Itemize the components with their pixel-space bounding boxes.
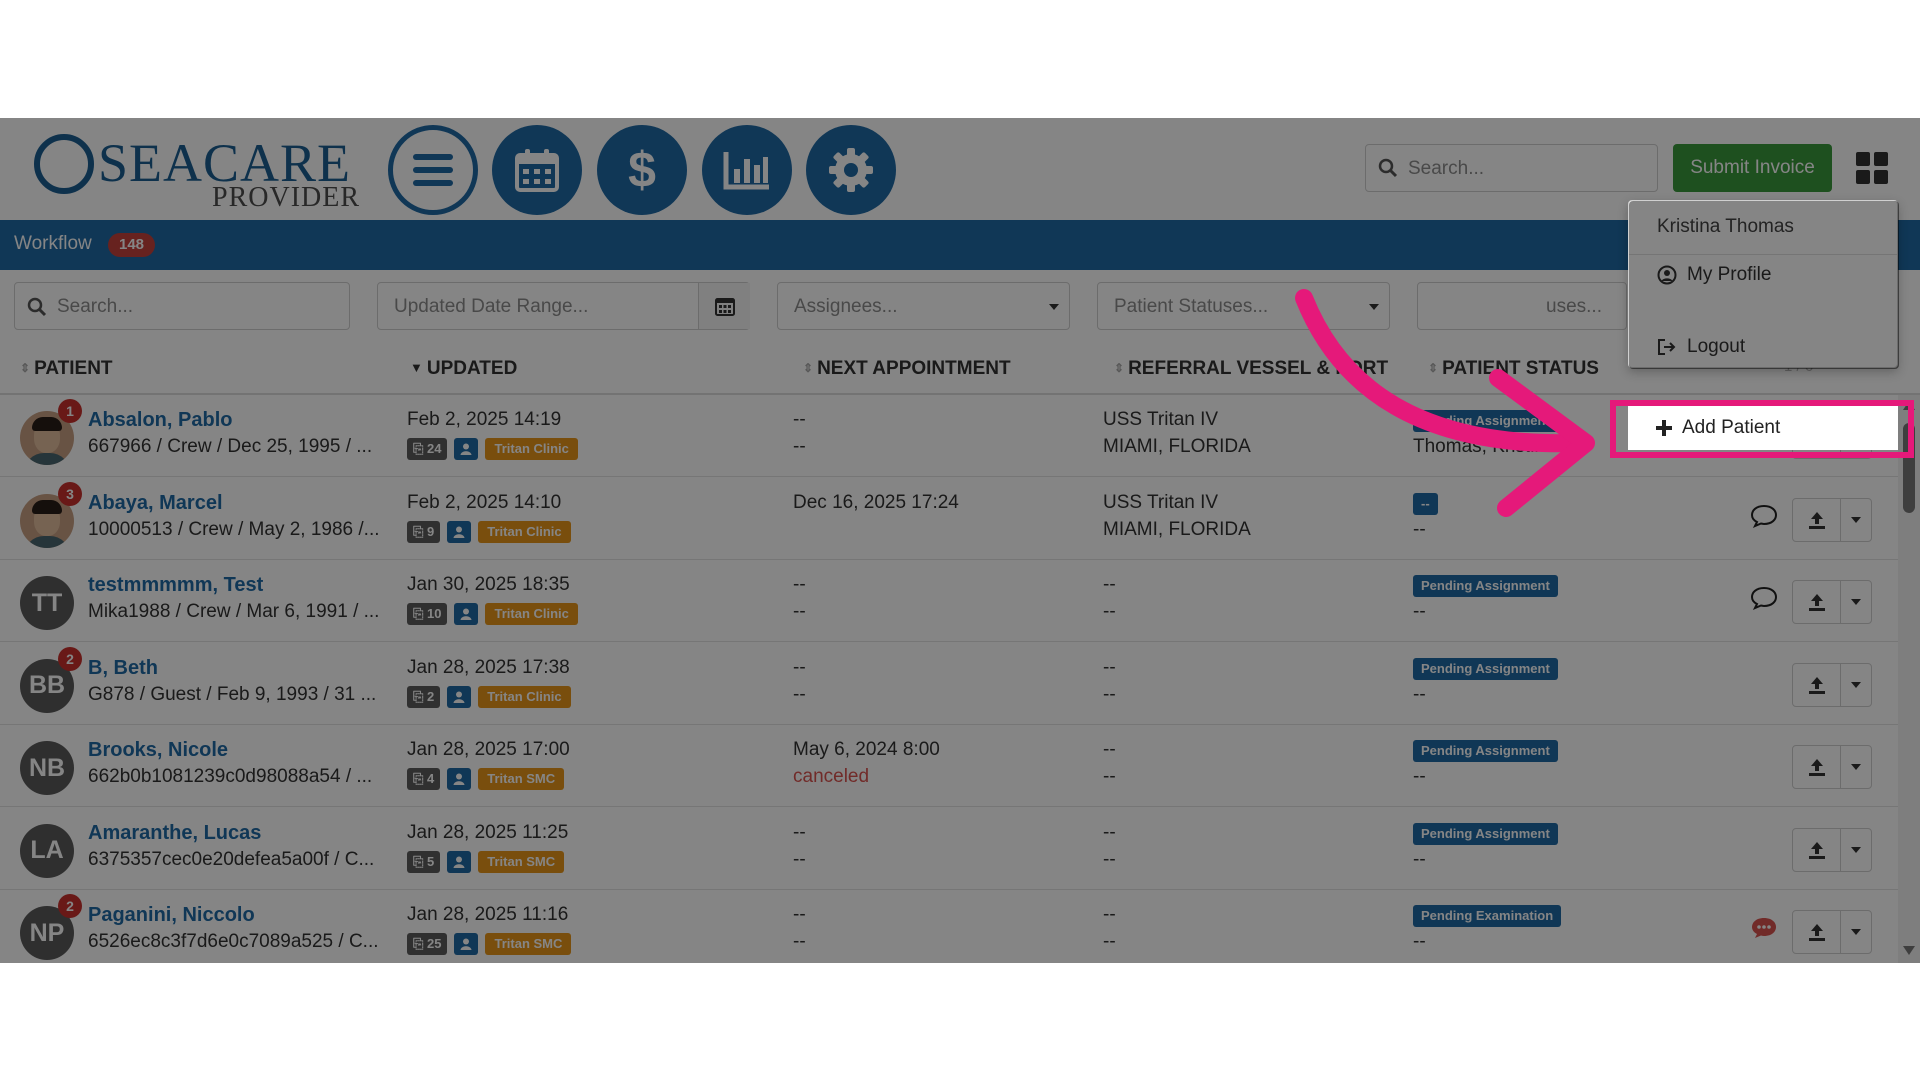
user-dropdown-menu: Kristina Thomas My Profile Logout [1628,200,1899,369]
bottom-margin [0,963,1920,1080]
screenshot-stage: SEACARE PROVIDER $ Submit Invoi [0,0,1920,1080]
menu-dim-overlay [1629,201,1899,369]
add-patient-highlight-box [1610,400,1914,458]
tutorial-arrow-icon [1295,289,1595,517]
app-window: SEACARE PROVIDER $ Submit Invoi [0,118,1920,963]
